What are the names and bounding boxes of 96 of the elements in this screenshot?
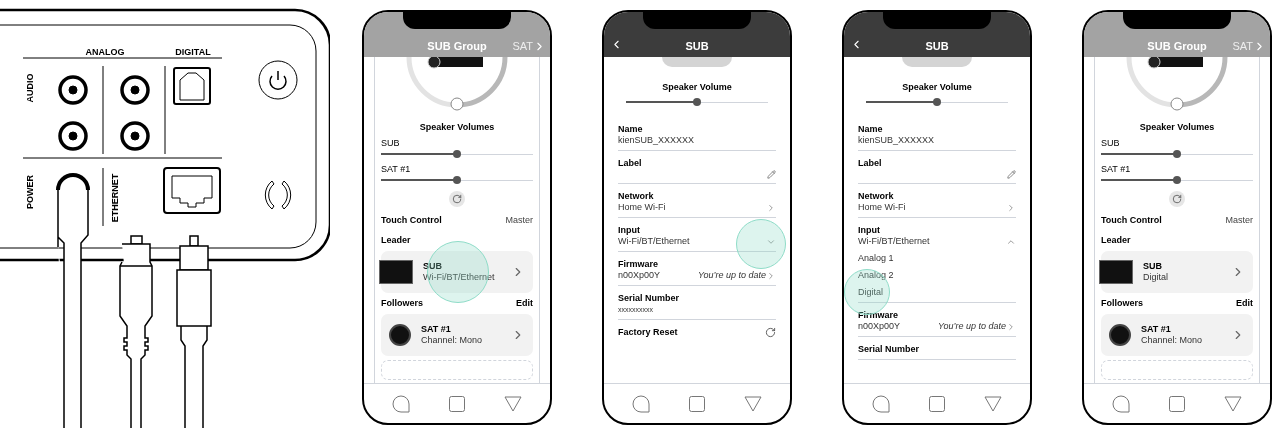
field-value: kienSUB_XXXXXX [618,135,696,146]
field-label: Input [618,225,641,236]
refresh-icon [452,194,462,204]
triangle-nav-icon[interactable] [984,395,1003,412]
field-label: Factory Reset [618,327,678,338]
refresh-icon[interactable] [765,327,776,338]
field-value: Wi-Fi/BT/Ethernet [858,236,930,247]
field-label: Network [618,191,655,202]
section-title: Speaker Volumes [1138,122,1216,133]
edit-icon[interactable] [767,170,776,179]
edit-icon[interactable] [1007,170,1016,179]
speaker-name: SUB [1143,261,1163,272]
square-nav-icon[interactable] [929,395,945,412]
section-title: Speaker Volume [901,82,973,93]
circle-nav-icon[interactable] [871,394,890,413]
subwoofer-thumbnail [379,260,413,284]
section-title: Speaker Volume [661,82,733,93]
setting-value[interactable]: Master [505,215,533,226]
field-value: Wi-Fi/BT/Ethernet [618,236,690,247]
field-label: Firmware [858,310,900,321]
setting-value[interactable]: Master [1225,215,1253,226]
section-title: Leader [1101,235,1132,246]
speaker-subtitle: Digital [1143,272,1169,283]
speaker-name: SAT #1 [1141,324,1172,335]
slider-thumb[interactable] [933,98,941,106]
setting-label: Touch Control [381,215,442,226]
field-value: Home Wi-Fi [618,202,666,213]
circle-nav-icon[interactable] [391,394,410,413]
triangle-nav-icon[interactable] [1224,395,1243,412]
slider-thumb[interactable] [1173,176,1181,184]
circle-nav-icon[interactable] [631,394,650,413]
slider-label: SUB [381,138,401,149]
field-label: Network [858,191,895,202]
speaker-subtitle: Wi-Fi/BT/Ethernet [423,272,496,283]
ethernet-label: ETHERNET [110,173,120,223]
setting-label: Touch Control [1101,215,1162,226]
speaker-subtitle: Channel: Mono [421,335,484,346]
field-label: Firmware [618,259,660,270]
slider-thumb[interactable] [453,150,461,158]
section-title: Leader [381,235,412,246]
speaker-name: SAT #1 [421,324,452,335]
circle-nav-icon[interactable] [1111,394,1130,413]
speaker-card[interactable]: SAT #1 Channel: Mono [381,314,533,356]
field-label: Input [858,225,881,236]
section-title: Followers [381,298,423,309]
screen-title: SUB [925,41,949,52]
reset-button[interactable] [449,191,465,207]
field-value: Home Wi-Fi [858,202,906,213]
field-value: n00Xp00Y [858,321,901,332]
status-note: You’re up to date [937,321,1006,332]
field-label: Name [618,124,644,135]
field-value: kienSUB_XXXXXX [858,135,936,146]
subwoofer-thumbnail [1099,260,1133,284]
field-label: Label [858,158,883,169]
reset-button[interactable] [1169,191,1185,207]
edit-link[interactable]: Edit [1236,298,1253,309]
speaker-dial-edge [662,57,732,67]
field-value: n00Xp00Y [618,270,661,281]
speaker-name: SUB [423,261,443,272]
speaker-card[interactable]: SAT #1 Channel: Mono [1101,314,1253,356]
slider-label: SAT #1 [381,164,412,175]
field-label: Label [618,158,643,169]
status-note: You’re up to date [697,270,766,281]
slider-thumb[interactable] [1173,150,1181,158]
input-option[interactable]: Analog 1 [858,253,894,264]
speaker-thumbnail [1109,324,1131,346]
speaker-subtitle: Channel: Mono [1141,335,1204,346]
screen-title: SUB [685,41,709,52]
speaker-dial-edge [902,57,972,67]
edit-link[interactable]: Edit [516,298,533,309]
square-nav-icon[interactable] [689,395,705,412]
refresh-icon [1172,194,1182,204]
field-label: Serial Number [618,293,681,304]
screen-title: SUB Group [427,41,487,52]
triangle-nav-icon[interactable] [744,395,763,412]
section-title: Speaker Volumes [418,122,496,133]
digital-label: DIGITAL [175,47,211,57]
input-option[interactable]: Digital [858,287,883,298]
slider-thumb[interactable] [453,176,461,184]
square-nav-icon[interactable] [1169,395,1185,412]
audio-label: AUDIO [25,73,35,103]
section-title: Followers [1101,298,1143,309]
triangle-nav-icon[interactable] [504,395,523,412]
speaker-card[interactable]: SUB Wi-Fi/BT/Ethernet [381,251,533,293]
screen-title: SUB Group [1147,41,1207,52]
square-nav-icon[interactable] [449,395,465,412]
field-label: Name [858,124,884,135]
power-label: POWER [25,175,35,209]
input-option[interactable]: Analog 2 [858,270,894,281]
field-label: Serial Number [858,344,921,355]
speaker-thumbnail [389,324,411,346]
slider-label: SUB [1101,138,1121,149]
analog-label: ANALOG [85,47,125,57]
slider-label: SAT #1 [1101,164,1132,175]
slider-thumb[interactable] [693,98,701,106]
speaker-card[interactable]: SUB Digital [1101,251,1253,293]
